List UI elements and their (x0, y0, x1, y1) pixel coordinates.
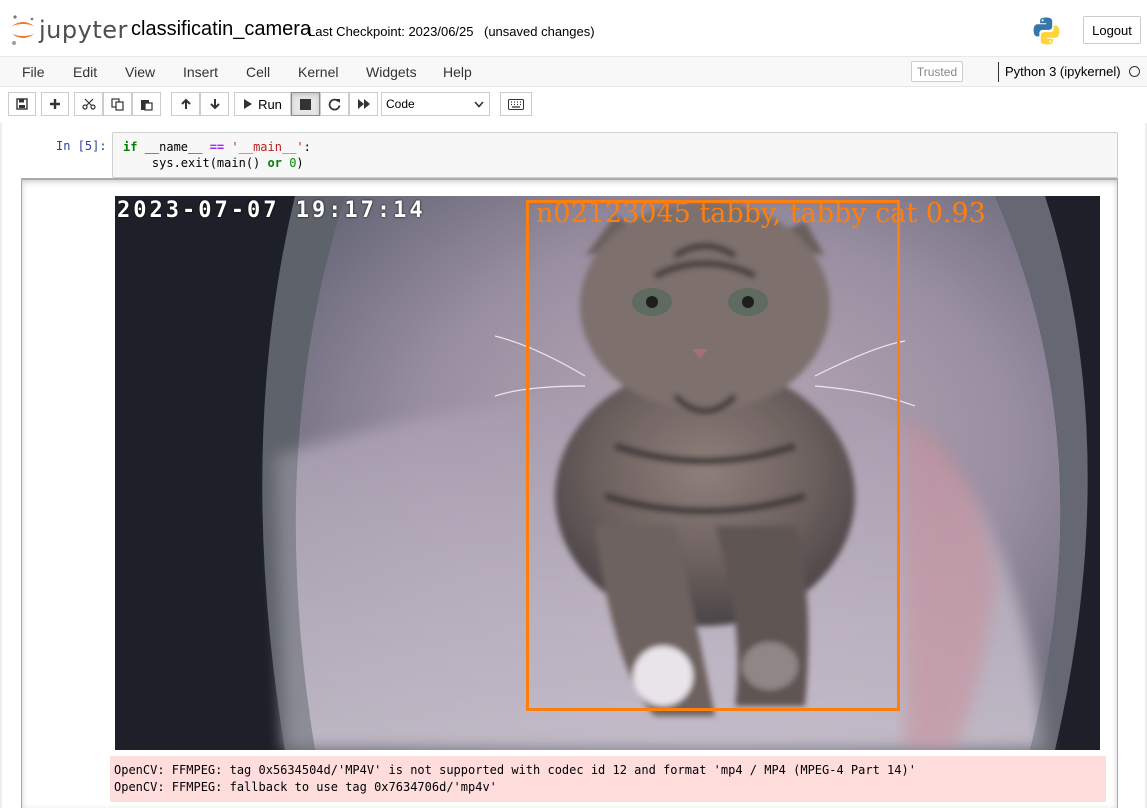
menu-cell[interactable]: Cell (246, 64, 270, 80)
kernel-idle-icon (1129, 66, 1140, 77)
python-logo-icon (1033, 17, 1060, 45)
toolbar: Run Code (0, 87, 1147, 123)
code-text: : (303, 140, 311, 154)
kernel-name[interactable]: Python 3 (ipykernel) (1005, 64, 1121, 79)
detection-label: n02123045 tabby, tabby cat 0.93 (536, 198, 986, 229)
code-string: '__main__' (231, 140, 304, 154)
stderr-line: OpenCV: FFMPEG: fallback to use tag 0x76… (114, 780, 497, 794)
jupyter-logo-icon (12, 15, 34, 45)
cell-type-select[interactable]: Code (381, 92, 490, 116)
arrow-up-icon (180, 98, 191, 109)
stderr-output: OpenCV: FFMPEG: tag 0x5634504d/'MP4V' is… (110, 756, 1106, 802)
keyboard-icon (508, 98, 524, 110)
input-prompt: In [5]: (56, 139, 107, 153)
save-icon (16, 98, 28, 110)
notebook-name[interactable]: classificatin_camera (131, 18, 311, 41)
jupyter-logo[interactable]: jupyter (10, 13, 127, 47)
menu-insert[interactable]: Insert (183, 64, 218, 80)
menu-edit[interactable]: Edit (73, 64, 97, 80)
plus-icon (50, 99, 60, 109)
move-down-button[interactable] (200, 92, 229, 116)
insert-cell-button[interactable] (41, 92, 69, 116)
frame-timestamp: 2023-07-07 19:17:14 (117, 198, 426, 223)
code-keyword: or (267, 156, 282, 170)
cut-button[interactable] (74, 92, 103, 116)
copy-icon (111, 97, 124, 111)
code-text: __name__ (137, 140, 210, 154)
restart-icon (328, 98, 341, 110)
menu-view[interactable]: View (125, 64, 155, 80)
code-cell-input[interactable]: if __name__ == '__main__': sys.exit(main… (112, 132, 1118, 178)
stop-icon (300, 98, 311, 110)
code-keyword: if (123, 140, 138, 154)
copy-button[interactable] (103, 92, 132, 116)
menu-kernel[interactable]: Kernel (298, 64, 338, 80)
paste-icon (141, 99, 153, 111)
run-button[interactable]: Run (234, 92, 291, 116)
logo-text: jupyter (39, 16, 128, 44)
restart-kernel-button[interactable] (320, 92, 349, 116)
code-text: ) (296, 156, 304, 170)
run-label: Run (258, 96, 282, 112)
move-up-button[interactable] (171, 92, 200, 116)
camera-frame-image: 2023-07-07 19:17:14 n02123045 tabby, tab… (115, 196, 1100, 750)
checkpoint-status: Last Checkpoint: 2023/06/25 (308, 24, 474, 39)
arrow-down-icon (209, 99, 220, 110)
save-button[interactable] (8, 92, 36, 116)
code-text: sys.exit(main() (123, 156, 268, 170)
menubar: File Edit View Insert Cell Kernel Widget… (0, 56, 1147, 87)
code-operator: == (209, 140, 225, 154)
interrupt-kernel-button[interactable] (291, 92, 320, 116)
paste-button[interactable] (132, 92, 161, 116)
header: jupyter classificatin_camera Last Checkp… (0, 0, 1147, 56)
restart-run-all-button[interactable] (349, 92, 378, 116)
fast-forward-icon (357, 99, 370, 109)
cut-icon (81, 98, 96, 110)
cell-type-value: Code (386, 97, 415, 111)
logout-button[interactable]: Logout (1083, 16, 1141, 44)
menu-widgets[interactable]: Widgets (366, 64, 417, 80)
trusted-indicator[interactable]: Trusted (911, 61, 963, 82)
autosave-status: (unsaved changes) (484, 24, 595, 39)
chevron-down-icon (474, 101, 484, 108)
menu-help[interactable]: Help (443, 64, 472, 80)
detection-bounding-box (526, 200, 900, 711)
menu-file[interactable]: File (22, 64, 45, 80)
kernel-separator (998, 62, 999, 82)
stderr-line: OpenCV: FFMPEG: tag 0x5634504d/'MP4V' is… (114, 763, 916, 777)
play-icon (244, 99, 253, 109)
command-palette-button[interactable] (500, 92, 532, 116)
